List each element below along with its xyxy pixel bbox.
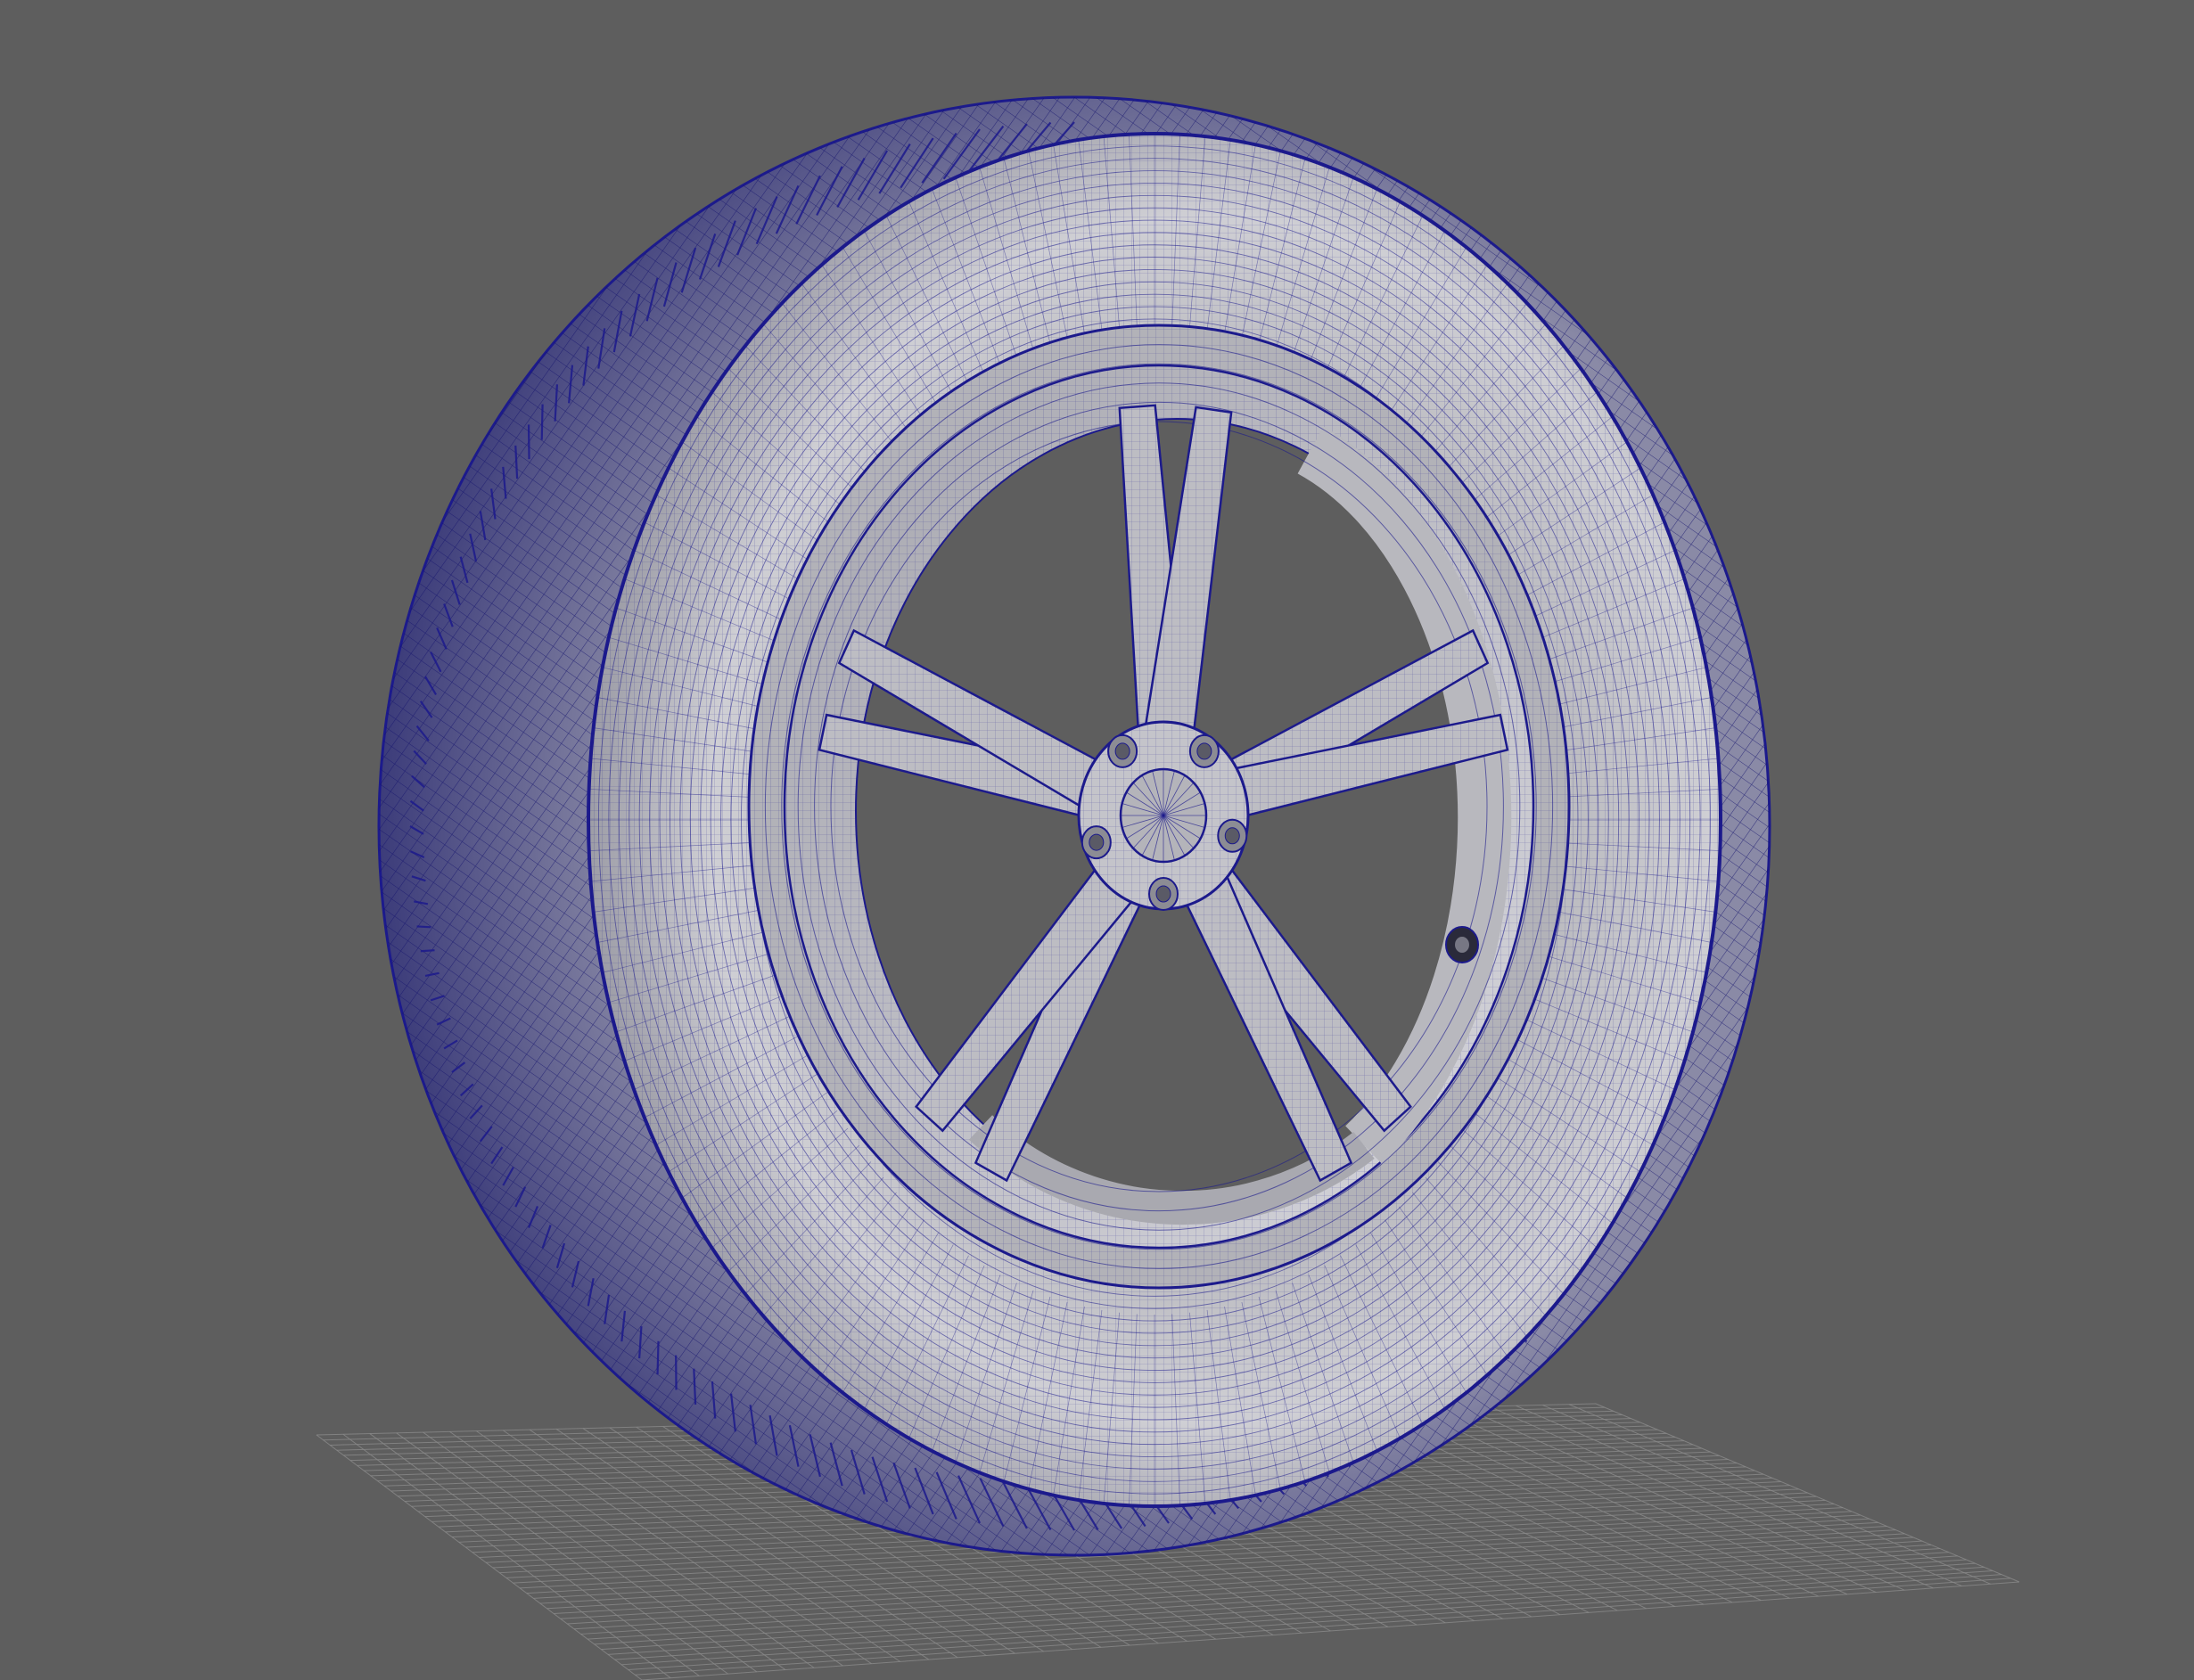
wheel-model[interactable] — [377, 95, 1771, 1557]
wheel-hub — [1077, 720, 1250, 911]
grid-line — [635, 1578, 2011, 1676]
grid-line — [1489, 1405, 1905, 1591]
valve-stem — [1445, 926, 1479, 963]
lug-nut-hole — [1224, 827, 1240, 845]
tread-block — [656, 1340, 660, 1375]
tread-block — [420, 949, 435, 953]
grid-line — [546, 1529, 1896, 1610]
tread-block — [416, 925, 431, 929]
grid-line — [594, 1555, 1958, 1645]
tread-block — [540, 404, 544, 440]
lug-nut-hole — [1155, 885, 1171, 903]
grid-line — [554, 1533, 1905, 1615]
grid-line — [1568, 1404, 1992, 1585]
3d-viewport[interactable] — [0, 0, 2194, 1680]
lug-nut-hole — [1114, 742, 1130, 760]
valve-core — [1455, 937, 1469, 953]
grid-line — [601, 1559, 1967, 1651]
grid-line — [1409, 1407, 1819, 1597]
grid-line — [628, 1574, 2002, 1671]
viewport-canvas[interactable] — [0, 0, 2194, 1680]
grid-line — [1516, 1405, 1934, 1589]
lug-nut-hole — [1196, 742, 1212, 760]
grid-line — [621, 1570, 1993, 1666]
grid-line — [1542, 1404, 1962, 1587]
grid-line — [588, 1552, 1949, 1640]
grid-line — [1595, 1403, 2020, 1583]
lug-nut-hole — [1089, 833, 1105, 851]
grid-line — [560, 1537, 1914, 1619]
